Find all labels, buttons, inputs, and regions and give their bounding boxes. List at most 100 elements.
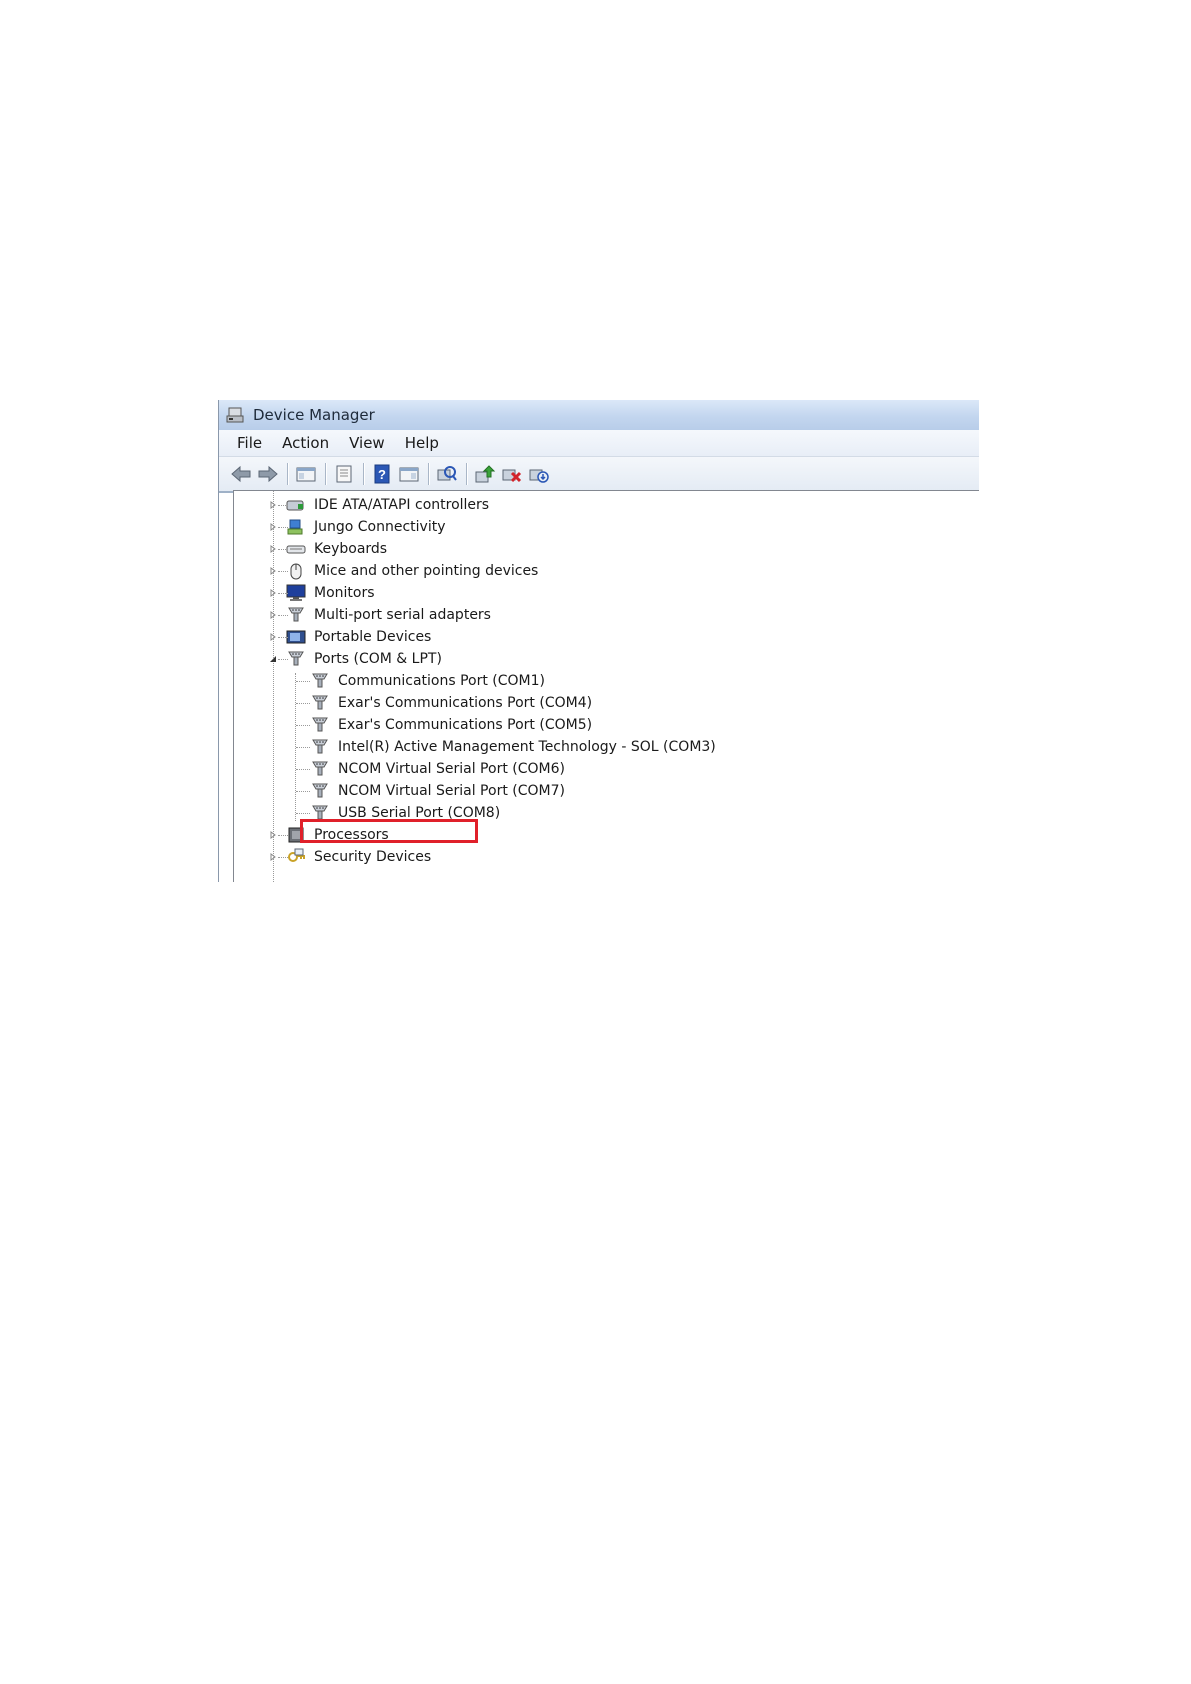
network-device-icon xyxy=(286,517,306,537)
expand-arrow-icon[interactable] xyxy=(268,610,278,620)
toolbar-separator xyxy=(325,463,326,485)
tree-category-multi-port-serial-adapters[interactable]: Multi-port serial adapters xyxy=(234,604,979,626)
tree-category-ports-com-lpt[interactable]: Ports (COM & LPT) xyxy=(234,648,979,670)
tree-item-label: Multi-port serial adapters xyxy=(314,607,491,623)
tree-item-label: Intel(R) Active Management Technology - … xyxy=(338,739,716,755)
forward-icon[interactable] xyxy=(256,462,280,486)
ide-controller-icon xyxy=(286,495,306,515)
properties-icon[interactable] xyxy=(332,462,356,486)
window-title: Device Manager xyxy=(253,406,375,424)
tree-device-exar-s-communications-port-com4[interactable]: Exar's Communications Port (COM4) xyxy=(234,692,979,714)
tree-category-jungo-connectivity[interactable]: Jungo Connectivity xyxy=(234,516,979,538)
menu-help[interactable]: Help xyxy=(405,434,439,452)
tree-connector xyxy=(278,857,288,858)
tree-item-label: Monitors xyxy=(314,585,375,601)
serial-port-icon xyxy=(310,693,330,713)
tree-item-label: Exar's Communications Port (COM4) xyxy=(338,695,593,711)
tree-connector xyxy=(296,791,310,792)
tree-connector xyxy=(296,769,310,770)
serial-port-icon xyxy=(310,759,330,779)
toolbar-separator xyxy=(363,463,364,485)
serial-port-icon xyxy=(310,781,330,801)
tree-device-ncom-virtual-serial-port-com6[interactable]: NCOM Virtual Serial Port (COM6) xyxy=(234,758,979,780)
security-device-icon xyxy=(286,847,306,867)
tree-connector xyxy=(278,835,288,836)
portable-device-icon xyxy=(286,627,306,647)
menu-file[interactable]: File xyxy=(237,434,262,452)
tree-category-security-devices[interactable]: Security Devices xyxy=(234,846,979,868)
tree-connector xyxy=(296,813,310,814)
title-bar[interactable]: Device Manager xyxy=(219,400,979,430)
keyboard-icon xyxy=(286,539,306,559)
update-driver-icon[interactable] xyxy=(473,462,497,486)
expand-arrow-icon[interactable] xyxy=(268,830,278,840)
tree-connector xyxy=(278,637,288,638)
serial-port-icon xyxy=(310,737,330,757)
monitor-icon xyxy=(286,583,306,603)
tree-list: IDE ATA/ATAPI controllers Jungo Connectiv… xyxy=(234,491,979,868)
expand-arrow-icon[interactable] xyxy=(268,852,278,862)
scan-hardware-icon[interactable] xyxy=(435,462,459,486)
toolbar-separator xyxy=(287,463,288,485)
tree-item-label: Exar's Communications Port (COM5) xyxy=(338,717,593,733)
tree-category-keyboards[interactable]: Keyboards xyxy=(234,538,979,560)
tree-item-label: NCOM Virtual Serial Port (COM6) xyxy=(338,761,565,777)
toolbar-separator xyxy=(466,463,467,485)
tree-item-label: Mice and other pointing devices xyxy=(314,563,539,579)
expand-arrow-icon[interactable] xyxy=(268,544,278,554)
mouse-icon xyxy=(286,561,306,581)
collapse-arrow-icon[interactable] xyxy=(268,654,278,664)
serial-port-icon xyxy=(286,649,306,669)
serial-port-icon xyxy=(310,715,330,735)
disable-icon[interactable] xyxy=(527,462,551,486)
show-action-pane-icon[interactable] xyxy=(397,462,421,486)
device-manager-window: Device Manager File Action View Help ? I… xyxy=(218,400,979,882)
tree-category-mice-and-other-pointing-devices[interactable]: Mice and other pointing devices xyxy=(234,560,979,582)
help-icon[interactable]: ? xyxy=(370,462,394,486)
tree-connector xyxy=(296,747,310,748)
uninstall-icon[interactable] xyxy=(500,462,524,486)
tree-item-label: Portable Devices xyxy=(314,629,432,645)
tree-device-exar-s-communications-port-com5[interactable]: Exar's Communications Port (COM5) xyxy=(234,714,979,736)
tree-connector xyxy=(278,615,288,616)
device-manager-icon xyxy=(225,404,247,426)
svg-text:?: ? xyxy=(378,467,386,482)
expand-arrow-icon[interactable] xyxy=(268,522,278,532)
tree-device-communications-port-com1[interactable]: Communications Port (COM1) xyxy=(234,670,979,692)
show-hide-console-tree-icon[interactable] xyxy=(294,462,318,486)
menu-bar: File Action View Help xyxy=(219,430,979,457)
serial-port-icon xyxy=(310,671,330,691)
expand-arrow-icon[interactable] xyxy=(268,632,278,642)
tree-item-label: Communications Port (COM1) xyxy=(338,673,545,689)
toolbar: ? xyxy=(219,457,979,493)
serial-port-icon xyxy=(286,605,306,625)
menu-action[interactable]: Action xyxy=(282,434,329,452)
tree-category-portable-devices[interactable]: Portable Devices xyxy=(234,626,979,648)
expand-arrow-icon[interactable] xyxy=(268,588,278,598)
tree-item-label: Keyboards xyxy=(314,541,388,557)
tree-connector xyxy=(278,593,288,594)
tree-connector xyxy=(296,725,310,726)
expand-arrow-icon[interactable] xyxy=(268,500,278,510)
toolbar-separator xyxy=(428,463,429,485)
tree-item-label: NCOM Virtual Serial Port (COM7) xyxy=(338,783,565,799)
tree-device-intel-r-active-management-technology-sol-com3[interactable]: Intel(R) Active Management Technology - … xyxy=(234,736,979,758)
highlight-box xyxy=(300,819,478,843)
tree-item-label: IDE ATA/ATAPI controllers xyxy=(314,497,490,513)
tree-category-ide-ata-atapi-controllers[interactable]: IDE ATA/ATAPI controllers xyxy=(234,494,979,516)
back-icon[interactable] xyxy=(229,462,253,486)
tree-item-label: Jungo Connectivity xyxy=(314,519,446,535)
menu-view[interactable]: View xyxy=(349,434,385,452)
tree-connector xyxy=(296,703,310,704)
tree-connector xyxy=(278,505,288,506)
tree-item-label: Security Devices xyxy=(314,849,432,865)
tree-connector xyxy=(278,549,288,550)
tree-connector xyxy=(296,681,310,682)
tree-item-label: Ports (COM & LPT) xyxy=(314,651,442,667)
expand-arrow-icon[interactable] xyxy=(268,566,278,576)
device-tree[interactable]: IDE ATA/ATAPI controllers Jungo Connectiv… xyxy=(233,490,979,882)
tree-connector xyxy=(278,659,288,660)
tree-category-monitors[interactable]: Monitors xyxy=(234,582,979,604)
tree-connector xyxy=(278,527,288,528)
tree-device-ncom-virtual-serial-port-com7[interactable]: NCOM Virtual Serial Port (COM7) xyxy=(234,780,979,802)
